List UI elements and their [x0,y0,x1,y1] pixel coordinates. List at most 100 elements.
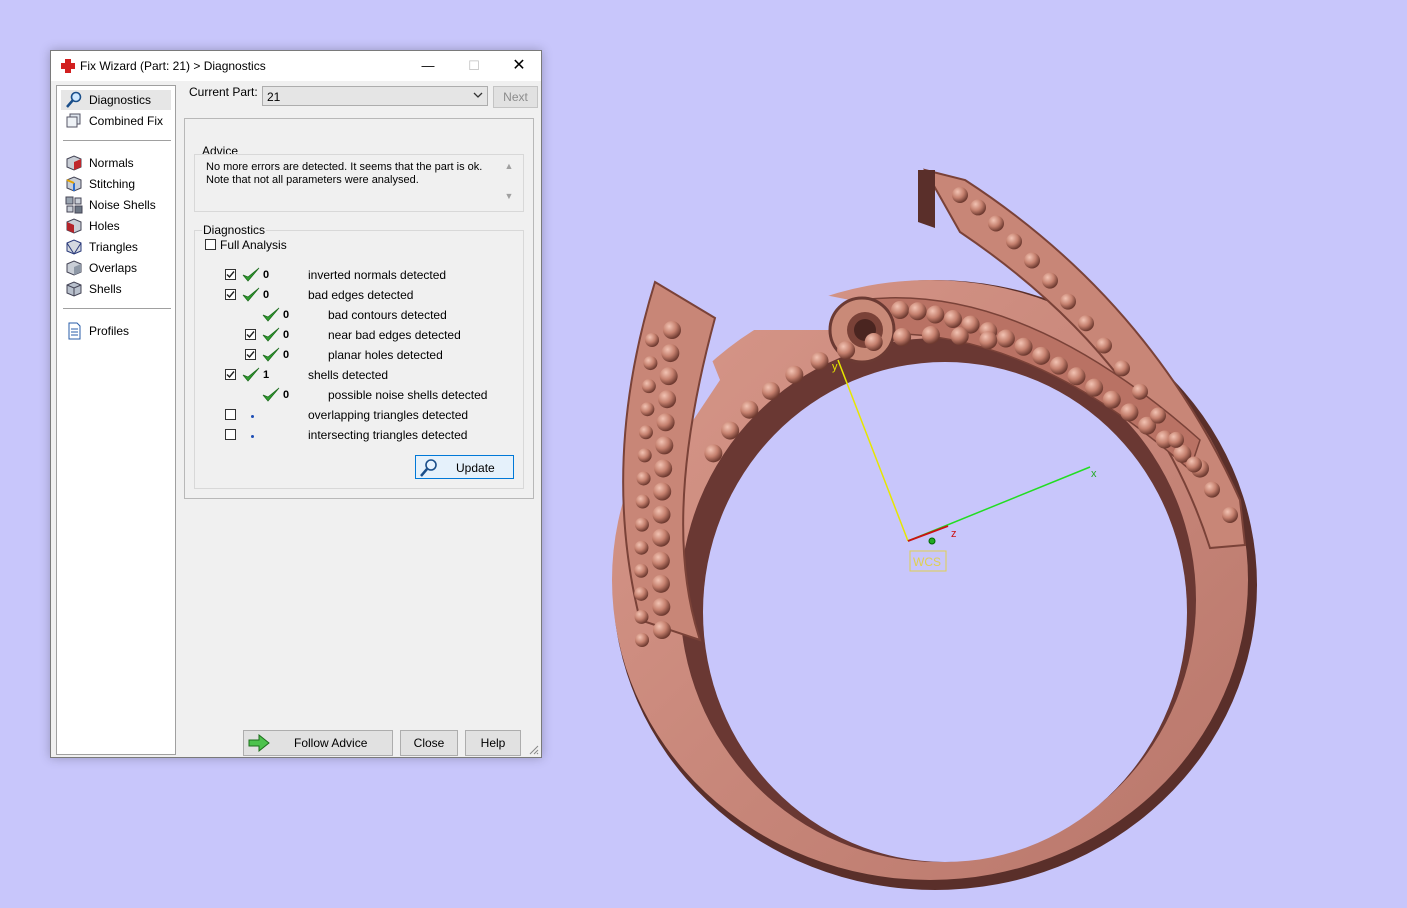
overlaps-cube-icon [66,260,82,276]
gem-bead [651,574,670,593]
sidebar-item-normals[interactable]: Normals [61,153,171,173]
pending-dot-icon [251,415,254,418]
diagnostics-title: Diagnostics [202,223,267,237]
maximize-button[interactable]: ☐ [451,51,497,81]
scroll-up-icon[interactable]: ▲ [502,161,516,175]
gem-bead [1024,252,1040,269]
sidebar-item-stitching[interactable]: Stitching [61,174,171,194]
cube-stack-icon [66,113,81,128]
diagnostic-checkbox[interactable] [225,369,236,380]
gem-bead [634,586,649,601]
title-bar[interactable]: Fix Wizard (Part: 21) > Diagnostics — ☐ … [51,51,541,81]
diagnostic-label: possible noise shells detected [328,388,488,402]
gem-bead [891,301,909,319]
gem-bead [653,621,672,639]
diagnostic-label: bad edges detected [308,288,414,302]
resize-grip-icon[interactable] [529,745,539,755]
diagnostic-count: 0 [283,349,290,361]
close-window-button[interactable]: ✕ [496,51,542,81]
gem-bead [1085,378,1104,397]
gem-bead [1014,337,1033,356]
gem-bead [655,436,674,455]
gem-bead [921,326,940,345]
diagnostic-count: 0 [263,269,270,281]
gem-bead [652,528,671,547]
sidebar-item-profiles[interactable]: Profiles [61,321,171,341]
sidebar-item-label: Shells [89,282,122,296]
green-check-icon [262,327,280,342]
gem-bead [810,352,829,371]
update-button[interactable]: Update [415,455,514,479]
gem-bead [651,551,670,570]
diagnostic-checkbox[interactable] [225,289,236,300]
gem-bead [1067,367,1086,386]
minimize-button[interactable]: — [405,51,451,81]
green-check-icon [262,387,280,402]
gem-bead [652,505,671,524]
gem-bead [740,400,759,419]
sidebar-item-diagnostics[interactable]: Diagnostics [61,90,171,110]
follow-advice-button[interactable]: Follow Advice [243,730,393,756]
gem-bead [1132,383,1148,400]
gem-bead [1150,407,1166,424]
green-check-icon [242,367,260,382]
gem-bead [640,402,655,417]
gem-bead [721,421,740,440]
gem-bead [926,305,945,324]
full-analysis-checkbox[interactable] [205,239,216,250]
diagnostic-label: shells detected [308,368,389,382]
gem-bead [654,459,673,478]
diagnostic-label: inverted normals detected [308,268,447,282]
shells-cube-icon [66,281,82,297]
diagnostic-checkbox[interactable] [225,409,236,420]
gem-bead [988,215,1004,232]
full-analysis-label: Full Analysis [220,238,287,252]
gem-bead [1078,315,1094,332]
gem-bead [641,379,656,394]
fix-wizard-dialog: Fix Wizard (Part: 21) > Diagnostics — ☐ … [50,50,542,758]
gem-bead [704,444,723,463]
advice-text: No more errors are detected. It seems th… [206,161,483,186]
gem-bead [1006,233,1022,250]
gem-bead [1168,431,1184,448]
red-cross-icon [61,59,75,73]
green-check-icon [262,307,280,322]
diagnostic-label: near bad edges detected [328,328,461,342]
sidebar-item-holes[interactable]: Holes [61,216,171,236]
diagnostic-checkbox[interactable] [225,429,236,440]
help-button[interactable]: Help [465,730,521,756]
gem-bead [645,333,659,347]
diagnostic-count: 0 [283,389,290,401]
diagnostic-label: planar holes detected [328,348,443,362]
diagnostic-count: 0 [283,309,290,321]
diagnostic-checkbox[interactable] [245,329,256,340]
diagnostic-checkbox[interactable] [225,269,236,280]
gem-bead [943,310,962,329]
gem-bead [1049,356,1068,375]
gem-bead [864,333,883,352]
gem-bead [1032,346,1051,365]
sidebar-item-shells[interactable]: Shells [61,279,171,299]
diagnostic-label: intersecting triangles detected [308,428,468,442]
gem-bead [656,413,675,432]
next-button[interactable]: Next [493,86,538,108]
sidebar-divider [63,308,171,309]
gem-bead [785,365,804,384]
stitching-cube-icon [66,176,82,192]
sidebar-item-overlaps[interactable]: Overlaps [61,258,171,278]
gem-bead [634,517,649,532]
gem-bead [837,341,856,360]
gem-bead [652,597,671,616]
gem-bead [970,199,986,216]
gem-bead [1060,293,1076,310]
diagnostic-checkbox[interactable] [245,349,256,360]
sidebar-item-noise-shells[interactable]: Noise Shells [61,195,171,215]
sidebar-item-triangles[interactable]: Triangles [61,237,171,257]
close-button[interactable]: Close [400,730,458,756]
scroll-down-icon[interactable]: ▼ [502,191,516,205]
current-part-select[interactable]: 21 [262,86,488,106]
sidebar-item-combined-fix[interactable]: Combined Fix [61,111,171,131]
gem-bead [979,331,998,350]
diagnostic-label: bad contours detected [328,308,447,322]
gem-bead [1222,507,1238,523]
